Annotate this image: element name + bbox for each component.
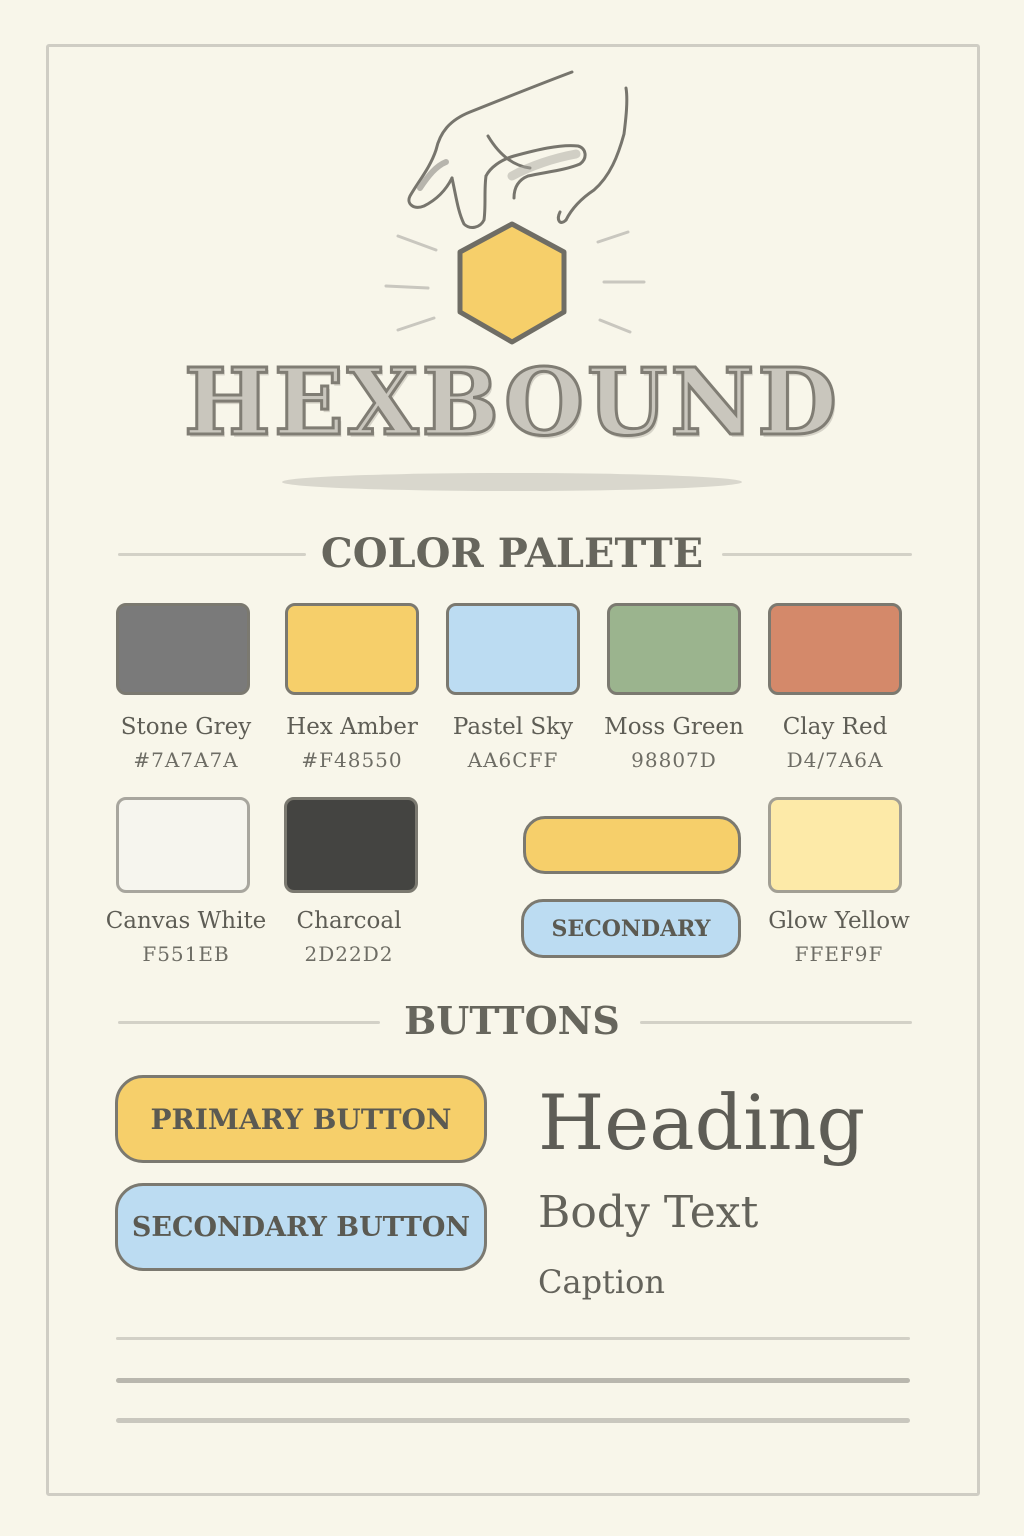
primary-button-label: PRIMARY BUTTON — [150, 1102, 452, 1136]
swatch-moss-green[interactable] — [607, 603, 741, 695]
swatch-stone-grey[interactable] — [116, 603, 250, 695]
brand-title: HEXBOUND — [182, 347, 841, 458]
hand-icon — [407, 70, 629, 229]
swatch-hex: #7A7A7A — [133, 748, 239, 772]
buttons-section-title: BUTTONS — [404, 998, 620, 1043]
swatch-hex: #F48550 — [301, 748, 403, 772]
swatch-name: Hex Amber — [286, 714, 418, 740]
swatch-hex: 2D22D2 — [304, 942, 394, 966]
typography-body: Body Text — [538, 1187, 759, 1238]
swatch-name: Pastel Sky — [452, 714, 574, 740]
bottom-rule-3 — [116, 1418, 910, 1423]
swatch-canvas-white[interactable] — [116, 797, 250, 893]
swatch-name: Stone Grey — [120, 714, 252, 740]
swatch-hex: AA6CFF — [467, 748, 559, 772]
swatch-name: Charcoal — [296, 908, 402, 934]
swatch-clay-red[interactable] — [768, 603, 902, 695]
bottom-rule-1 — [116, 1337, 910, 1340]
typography-caption: Caption — [538, 1263, 666, 1301]
bottom-rule-2 — [116, 1378, 910, 1383]
swatch-name: Glow Yellow — [768, 908, 910, 934]
swatch-hex: 98807D — [631, 748, 717, 772]
swatch-hex: F551EB — [142, 942, 230, 966]
mini-primary-pill[interactable] — [523, 816, 741, 874]
swatch-name: Moss Green — [604, 714, 744, 740]
mini-secondary-label: SECONDARY — [551, 915, 711, 942]
secondary-button-label: SECONDARY BUTTON — [131, 1211, 471, 1243]
hexagon-icon — [457, 221, 567, 345]
secondary-button[interactable]: SECONDARY BUTTON — [115, 1183, 487, 1271]
typography-heading: Heading — [538, 1078, 866, 1167]
swatch-charcoal[interactable] — [284, 797, 418, 893]
swatch-hex-amber[interactable] — [285, 603, 419, 695]
swatch-name: Clay Red — [782, 714, 888, 740]
swatch-glow-yellow[interactable] — [768, 797, 902, 893]
mini-secondary-pill[interactable]: SECONDARY — [521, 899, 741, 958]
swatch-name: Canvas White — [105, 908, 267, 934]
palette-section-title: COLOR PALETTE — [320, 530, 704, 577]
swatch-pastel-sky[interactable] — [446, 603, 580, 695]
swatch-hex: D4/7A6A — [786, 748, 884, 772]
primary-button[interactable]: PRIMARY BUTTON — [115, 1075, 487, 1163]
swatch-hex: FFEF9F — [794, 942, 884, 966]
brand-shadow — [282, 473, 742, 491]
